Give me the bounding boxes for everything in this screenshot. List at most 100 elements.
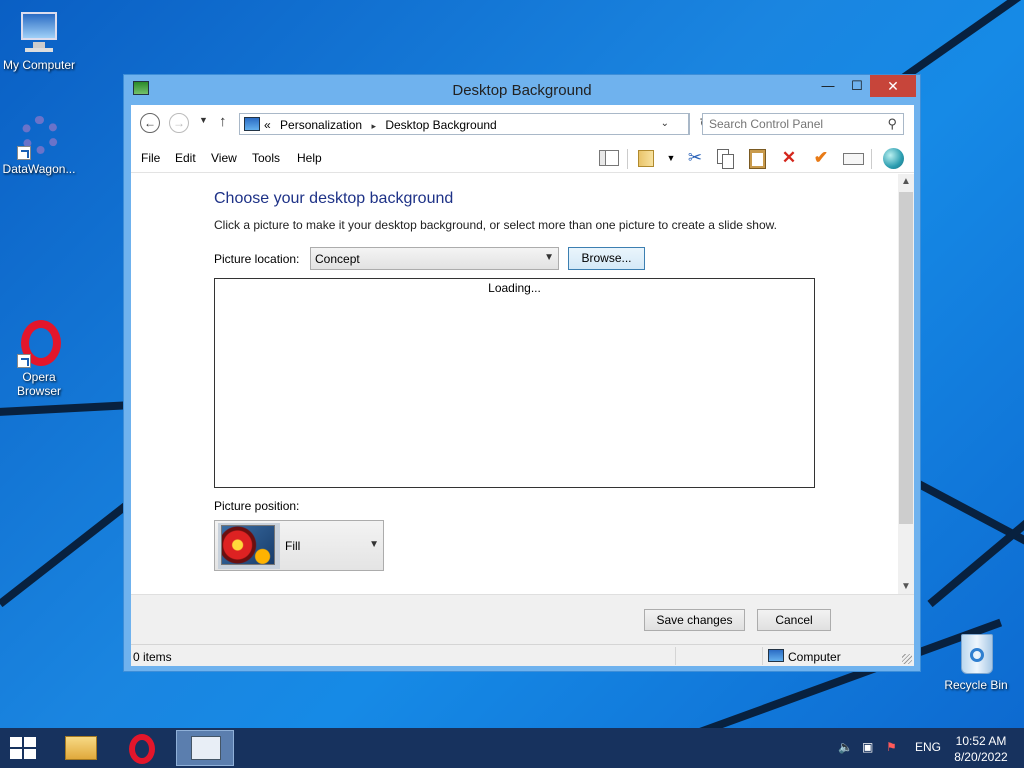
desktop-icon-label: Recycle Bin bbox=[944, 678, 1008, 692]
back-arrow-icon[interactable]: ← bbox=[140, 113, 160, 133]
chevron-down-icon: ▼ bbox=[544, 252, 554, 263]
paste-icon[interactable] bbox=[745, 146, 769, 170]
vertical-scrollbar[interactable]: ▲ ▼ bbox=[898, 174, 914, 594]
desktop-icon-label: My Computer bbox=[2, 58, 76, 72]
desktop-icon-datawagon[interactable]: DataWagon... bbox=[0, 112, 78, 176]
clock[interactable]: 10:52 AM 8/20/2022 bbox=[948, 733, 1014, 765]
desktop-icon-opera[interactable]: Opera Browser bbox=[0, 320, 78, 398]
folder-icon bbox=[65, 736, 97, 760]
address-dropdown-chevron-icon[interactable]: ⌄ bbox=[661, 118, 669, 129]
shortcut-arrow-icon bbox=[17, 146, 31, 160]
opera-icon bbox=[129, 734, 155, 764]
cut-icon[interactable]: ✂ bbox=[683, 146, 707, 170]
picture-location-value: Concept bbox=[315, 252, 360, 266]
control-panel-icon bbox=[244, 117, 260, 131]
gear-icon bbox=[15, 112, 63, 160]
desktop-icon-label: DataWagon... bbox=[2, 162, 76, 176]
menu-help[interactable]: Help bbox=[297, 151, 322, 165]
search-input[interactable] bbox=[709, 117, 879, 131]
toolbar-divider bbox=[871, 149, 872, 169]
close-button[interactable]: ✕ bbox=[870, 75, 916, 97]
delete-icon[interactable]: ✕ bbox=[777, 146, 801, 170]
minimize-button[interactable]: — bbox=[814, 75, 842, 97]
taskbar-file-explorer[interactable] bbox=[52, 730, 110, 766]
globe-icon[interactable] bbox=[881, 146, 905, 170]
picture-position-label: Picture position: bbox=[214, 499, 300, 513]
search-icon[interactable]: ⚲ bbox=[887, 116, 897, 132]
breadcrumb-item-personalization[interactable]: Personalization bbox=[280, 118, 362, 132]
scroll-down-icon[interactable]: ▼ bbox=[898, 581, 914, 592]
breadcrumb-chevron-icon[interactable]: ▸ bbox=[371, 121, 376, 131]
control-panel-window: Desktop Background — ☐ ✕ ← → ▼ ↑ « Perso… bbox=[123, 74, 921, 672]
page-title: Choose your desktop background bbox=[214, 190, 454, 207]
breadcrumb-item-desktop-background[interactable]: Desktop Background bbox=[385, 118, 496, 132]
desktop-icon-my-computer[interactable]: My Computer bbox=[0, 8, 78, 72]
taskbar-control-panel[interactable] bbox=[176, 730, 234, 766]
taskbar: 🔈 ▣ ⚑ ENG 10:52 AM 8/20/2022 bbox=[0, 728, 1024, 768]
computer-icon bbox=[768, 649, 784, 662]
save-changes-button[interactable]: Save changes bbox=[644, 609, 745, 631]
address-bar[interactable]: « Personalization ▸ Desktop Background ⌄… bbox=[239, 113, 711, 135]
scroll-up-icon[interactable]: ▲ bbox=[898, 176, 914, 187]
window-client: ← → ▼ ↑ « Personalization ▸ Desktop Back… bbox=[131, 105, 914, 666]
windows-logo-icon bbox=[10, 737, 22, 747]
dialog-button-bar: Save changes Cancel bbox=[131, 594, 914, 644]
scrollbar-thumb[interactable] bbox=[899, 192, 913, 524]
recent-pages-chevron-icon[interactable]: ▼ bbox=[199, 115, 208, 125]
up-arrow-icon[interactable]: ↑ bbox=[219, 113, 227, 130]
navigation-bar: ← → ▼ ↑ « Personalization ▸ Desktop Back… bbox=[131, 105, 914, 143]
maximize-button[interactable]: ☐ bbox=[843, 75, 871, 97]
windows-logo-icon bbox=[10, 749, 22, 759]
action-center-flag-icon[interactable]: ⚑ bbox=[886, 740, 897, 754]
chevron-down-icon: ▼ bbox=[369, 539, 379, 550]
network-icon[interactable]: ▣ bbox=[862, 740, 873, 754]
rename-icon[interactable] bbox=[841, 146, 865, 170]
content-area: Choose your desktop background Click a p… bbox=[131, 174, 914, 594]
position-preview-image bbox=[221, 525, 275, 565]
page-description: Click a picture to make it your desktop … bbox=[214, 218, 777, 232]
status-divider bbox=[762, 647, 763, 665]
opera-icon bbox=[15, 320, 63, 368]
title-bar[interactable]: Desktop Background — ☐ ✕ bbox=[124, 75, 920, 105]
status-bar: 0 items Computer bbox=[131, 644, 914, 666]
menu-bar: File Edit View Tools Help ▼ ✂ ✕ ✔ bbox=[131, 143, 914, 173]
menu-tools[interactable]: Tools bbox=[252, 151, 280, 165]
window-title: Desktop Background bbox=[452, 82, 592, 99]
picture-position-select[interactable]: Fill ▼ bbox=[214, 520, 384, 571]
taskbar-opera[interactable] bbox=[113, 730, 171, 766]
status-location: Computer bbox=[788, 650, 841, 664]
folder-options-chevron-icon[interactable]: ▼ bbox=[659, 146, 683, 170]
clock-date: 8/20/2022 bbox=[954, 750, 1008, 764]
volume-muted-icon[interactable]: 🔈 bbox=[838, 740, 853, 754]
layout-pane-icon[interactable] bbox=[597, 146, 621, 170]
copy-icon[interactable] bbox=[713, 146, 737, 170]
resize-grip-icon[interactable] bbox=[902, 654, 912, 664]
computer-icon bbox=[15, 8, 63, 56]
recycle-bin-icon bbox=[956, 630, 996, 676]
desktop-icon-recycle-bin[interactable]: Recycle Bin bbox=[936, 630, 1016, 692]
forward-arrow-icon[interactable]: → bbox=[169, 113, 189, 133]
clock-time: 10:52 AM bbox=[955, 734, 1007, 748]
browse-button[interactable]: Browse... bbox=[568, 247, 645, 270]
picture-list[interactable]: Loading... bbox=[214, 278, 815, 488]
menu-file[interactable]: File bbox=[141, 151, 160, 165]
picture-position-value: Fill bbox=[285, 539, 301, 553]
loading-text: Loading... bbox=[488, 281, 541, 295]
start-button[interactable] bbox=[10, 737, 38, 759]
desktop-icon-label: Opera Browser bbox=[16, 370, 61, 398]
cancel-button[interactable]: Cancel bbox=[757, 609, 831, 631]
picture-location-label: Picture location: bbox=[214, 252, 300, 266]
menu-view[interactable]: View bbox=[211, 151, 237, 165]
folder-options-icon[interactable] bbox=[635, 146, 659, 170]
breadcrumb: « Personalization ▸ Desktop Background bbox=[264, 118, 503, 132]
search-box[interactable]: ⚲ bbox=[702, 113, 904, 135]
properties-check-icon[interactable]: ✔ bbox=[809, 146, 833, 170]
control-panel-icon bbox=[191, 736, 221, 760]
shortcut-arrow-icon bbox=[17, 354, 31, 368]
language-indicator[interactable]: ENG bbox=[915, 740, 941, 754]
toolbar-divider bbox=[627, 149, 628, 169]
picture-location-select[interactable]: Concept ▼ bbox=[310, 247, 559, 270]
menu-edit[interactable]: Edit bbox=[175, 151, 196, 165]
windows-logo-icon bbox=[24, 749, 36, 759]
breadcrumb-overflow[interactable]: « bbox=[264, 118, 271, 132]
